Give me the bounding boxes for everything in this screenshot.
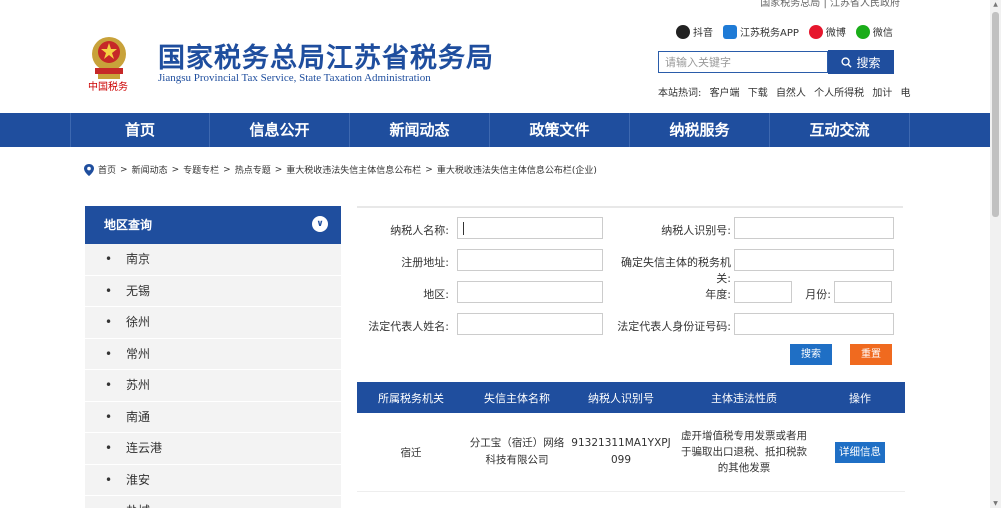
region-header[interactable]: 地区查询 ∨ <box>85 206 341 244</box>
year-label: 年度: <box>705 288 731 301</box>
hot-word[interactable]: 加计 <box>872 88 892 99</box>
table-header: 所属税务机关 失信主体名称 纳税人识别号 主体违法性质 操作 <box>357 382 905 413</box>
taxpayer-id-input[interactable] <box>734 217 894 239</box>
social-wechat[interactable]: 微信 <box>855 24 893 39</box>
month-label: 月份: <box>805 288 831 301</box>
search-button[interactable]: 搜索 <box>828 50 894 74</box>
social-app[interactable]: 江苏税务APP <box>723 24 799 39</box>
site-title[interactable]: 国家税务总局江苏省税务局 <box>158 36 494 75</box>
col-header: 主体违法性质 <box>711 391 777 405</box>
legal-rep-id-label: 法定代表人身份证号码: <box>617 320 731 333</box>
app-icon <box>723 24 737 39</box>
main-nav: 首页 信息公开 新闻动态 政策文件 纳税服务 互动交流 <box>0 113 990 147</box>
nav-news[interactable]: 新闻动态 <box>350 113 490 147</box>
taxpayer-name-input[interactable] <box>457 217 603 239</box>
hot-word[interactable]: 个人所得税 <box>814 88 864 99</box>
divider <box>357 206 903 208</box>
taxpayer-name-label: 纳税人名称: <box>390 224 449 237</box>
form-reset-button[interactable]: 重置 <box>850 344 892 365</box>
sidebar-item-changzhou[interactable]: • 常州 <box>85 339 341 370</box>
sidebar-item-yancheng[interactable]: •盐城 <box>85 496 341 508</box>
douyin-icon <box>676 24 690 39</box>
social-douyin[interactable]: 抖音 <box>676 24 713 39</box>
authority-input[interactable] <box>734 249 894 271</box>
national-emblem-logo <box>92 37 126 79</box>
scroll-thumb[interactable] <box>992 12 999 217</box>
search-input[interactable]: 请输入关键字 <box>658 51 828 73</box>
region-sidebar: 地区查询 ∨ • 南京 • 无锡 • 徐州 • 常州 • 苏州 • 南通 • 连云港 • 淮安 … <box>85 206 341 508</box>
location-pin-icon <box>84 163 94 176</box>
breadcrumb-item[interactable]: 专题专栏 <box>183 163 219 176</box>
site-search: 请输入关键字 搜索 <box>658 50 894 74</box>
top-strip: 国家税务总局 | 江苏省人民政府 <box>0 0 990 12</box>
emblem-caption: 中国税务 <box>88 82 128 93</box>
breadcrumb-item[interactable]: 首页 <box>98 163 116 176</box>
cell-nature: 虚开增值税专用发票或者用于骗取出口退税、抵扣税款的其他发票 <box>681 430 807 474</box>
col-header: 所属税务机关 <box>378 391 444 405</box>
legal-rep-label: 法定代表人姓名: <box>368 320 449 333</box>
scroll-down-icon[interactable]: ▼ <box>992 500 999 507</box>
hot-word[interactable]: 客户端 <box>710 88 740 99</box>
nav-policy[interactable]: 政策文件 <box>490 113 630 147</box>
hot-word[interactable]: 电 <box>901 88 911 99</box>
nav-interaction[interactable]: 互动交流 <box>770 113 910 147</box>
cell-authority: 宿迁 <box>400 446 422 459</box>
sidebar-item-suzhou[interactable]: • 苏州 <box>85 370 341 402</box>
hot-word[interactable]: 下载 <box>748 88 768 99</box>
col-header: 操作 <box>849 391 871 405</box>
region-label: 地区: <box>423 288 449 301</box>
sidebar-item-wuxi[interactable]: • 无锡 <box>85 276 341 307</box>
hot-words-label: 本站热词: <box>658 88 702 99</box>
social-weibo[interactable]: 微博 <box>808 24 846 39</box>
site-title-en: Jiangsu Provincial Tax Service, State Ta… <box>158 72 431 84</box>
legal-rep-id-input[interactable] <box>734 313 894 335</box>
col-header: 纳税人识别号 <box>588 391 654 405</box>
cell-tax-id: 91321311MA1YXPJ099 <box>571 437 671 466</box>
search-icon <box>841 56 853 68</box>
site-header: 中国税务 国家税务总局江苏省税务局 Jiangsu Provincial Tax… <box>0 12 990 112</box>
breadcrumb-item[interactable]: 重大税收违法失信主体信息公布栏(企业) <box>437 163 597 176</box>
cell-action: 详细信息 <box>815 441 905 463</box>
weibo-icon <box>808 24 823 39</box>
breadcrumb: 首页 > 新闻动态 > 专题专栏 > 热点专题 > 重大税收违法失信主体信息公布栏 > 重… <box>84 163 597 176</box>
detail-button[interactable]: 详细信息 <box>835 441 885 463</box>
results-table: 所属税务机关 失信主体名称 纳税人识别号 主体违法性质 操作 宿迁 分工宝（宿迁… <box>357 382 905 492</box>
breadcrumb-item[interactable]: 热点专题 <box>235 163 271 176</box>
breadcrumb-item[interactable]: 重大税收违法失信主体信息公布栏 <box>286 163 421 176</box>
year-input[interactable] <box>734 281 792 303</box>
region-input[interactable] <box>457 281 603 303</box>
hot-words: 本站热词: 客户端 下载 自然人 个人所得税 加计 电 <box>658 84 916 99</box>
nav-tax-service[interactable]: 纳税服务 <box>630 113 770 147</box>
nav-home[interactable]: 首页 <box>70 113 210 147</box>
authority-label: 确定失信主体的税务机关: <box>621 256 731 285</box>
sidebar-item-huaian[interactable]: • 淮安 <box>85 465 341 496</box>
legal-rep-input[interactable] <box>457 313 603 335</box>
scroll-up-icon[interactable]: ▲ <box>992 1 999 8</box>
col-header: 失信主体名称 <box>484 391 550 405</box>
month-input[interactable] <box>834 281 892 303</box>
cell-name: 分工宝（宿迁）网络科技有限公司 <box>469 437 565 466</box>
breadcrumb-item[interactable]: 新闻动态 <box>132 163 168 176</box>
nav-info-disclosure[interactable]: 信息公开 <box>210 113 350 147</box>
sidebar-item-lianyungang[interactable]: • 连云港 <box>85 433 341 465</box>
taxpayer-id-label: 纳税人识别号: <box>661 224 731 237</box>
hot-word[interactable]: 自然人 <box>776 88 806 99</box>
social-links: 抖音 江苏税务APP 微博 微信 <box>676 24 893 39</box>
chevron-down-icon[interactable]: ∨ <box>312 216 328 232</box>
wechat-icon <box>855 24 870 39</box>
sidebar-item-xuzhou[interactable]: • 徐州 <box>85 307 341 339</box>
sidebar-item-nantong[interactable]: • 南通 <box>85 402 341 433</box>
form-search-button[interactable]: 搜索 <box>790 344 832 365</box>
page-scrollbar[interactable]: ▲ ▼ <box>990 0 1001 508</box>
top-links[interactable]: 国家税务总局 | 江苏省人民政府 <box>760 0 900 9</box>
reg-address-input[interactable] <box>457 249 603 271</box>
reg-address-label: 注册地址: <box>401 256 449 269</box>
table-row: 宿迁 分工宝（宿迁）网络科技有限公司 91321311MA1YXPJ099 虚开… <box>357 413 905 492</box>
sidebar-item-nanjing[interactable]: • 南京 <box>85 244 341 276</box>
